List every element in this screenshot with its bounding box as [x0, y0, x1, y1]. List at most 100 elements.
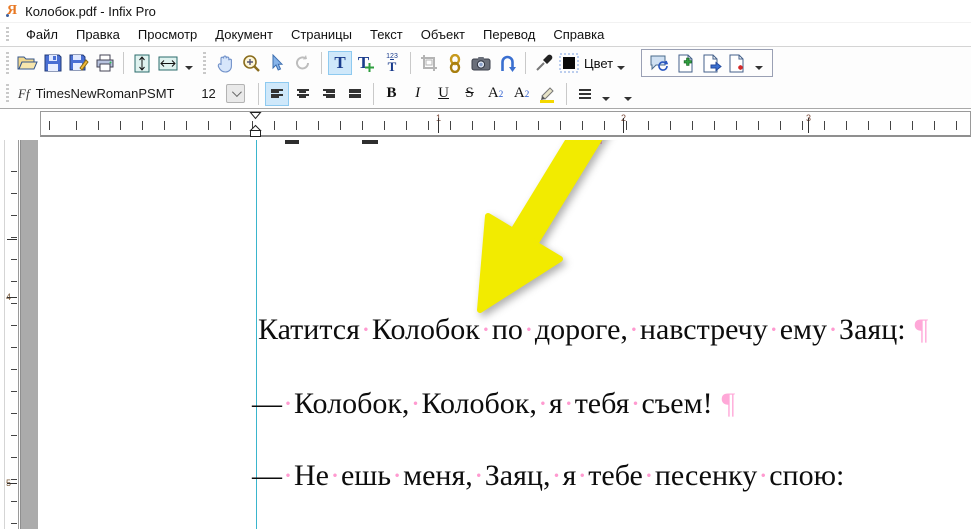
space-marker: · [282, 387, 294, 420]
ruler-major-tick [7, 239, 17, 240]
space-marker: · [550, 459, 562, 492]
indent-marker[interactable] [249, 109, 262, 138]
space-marker: · [576, 459, 588, 492]
rotate-tool-icon[interactable] [291, 51, 315, 75]
page-extract-icon[interactable] [700, 51, 724, 75]
fit-page-height-icon[interactable] [130, 51, 154, 75]
menu-pages[interactable]: Страницы [282, 24, 361, 45]
superscript-base: A [488, 85, 499, 102]
snapshot-camera-icon[interactable] [469, 51, 493, 75]
fit-page-width-icon[interactable] [156, 51, 180, 75]
color-caret[interactable] [617, 66, 625, 70]
save-icon[interactable] [41, 51, 65, 75]
highlighter-button[interactable] [536, 82, 560, 106]
underline-button[interactable]: U [433, 83, 455, 105]
text-edit-tool-icon[interactable]: T [328, 51, 352, 75]
ruler-major-tick [7, 297, 17, 298]
space-marker: · [757, 459, 769, 492]
pages-group-caret[interactable] [755, 66, 763, 70]
menu-text[interactable]: Текст [361, 24, 412, 45]
menu-view[interactable]: Просмотр [129, 24, 206, 45]
strikethrough-button[interactable]: S [459, 83, 481, 105]
text-line[interactable]: —·Колобок,·Колобок,·я·тебя·съем!¶ [252, 387, 735, 420]
subscript-button[interactable]: A2 [511, 83, 533, 105]
zoom-tool-icon[interactable] [239, 51, 263, 75]
space-marker: · [360, 313, 372, 346]
bold-button[interactable]: B [381, 83, 403, 105]
eyedropper-icon[interactable] [532, 51, 556, 75]
crop-tool-icon[interactable] [417, 51, 441, 75]
toolbar-separator [373, 83, 374, 105]
ruler-major-tick [7, 483, 17, 484]
ruler-major-tick [438, 118, 439, 133]
text-line[interactable]: —·Не·ешь·меня,·Заяц,·я·тебе·песенку·спою… [252, 459, 844, 492]
menu-edit[interactable]: Правка [67, 24, 129, 45]
align-center-button[interactable] [291, 82, 315, 106]
font-name-value[interactable]: TimesNewRomanPSMT [36, 86, 196, 101]
italic-button[interactable]: I [407, 83, 429, 105]
fit-options-caret[interactable] [185, 66, 193, 70]
toolbar-separator [410, 52, 411, 74]
space-marker: · [409, 387, 421, 420]
menu-object[interactable]: Объект [412, 24, 474, 45]
space-marker: · [480, 313, 492, 346]
toolbar-group-separator [203, 52, 206, 74]
menu-document[interactable]: Документ [206, 24, 282, 45]
font-dropdown-button[interactable] [226, 84, 245, 103]
document-workspace: 4 5 Катится·Колобок·по·дороге,·навстречу… [0, 140, 971, 529]
open-icon[interactable] [15, 51, 39, 75]
toolbar-separator [321, 52, 322, 74]
hand-tool-icon[interactable] [213, 51, 237, 75]
space-marker: · [391, 459, 403, 492]
text-line[interactable]: Катится·Колобок·по·дороге,·навстречу·ему… [258, 313, 928, 346]
font-size-value[interactable]: 12 [196, 86, 222, 101]
page-delete-icon[interactable] [726, 51, 750, 75]
line-spacing-button[interactable] [573, 82, 597, 106]
save-as-icon[interactable] [67, 51, 91, 75]
align-justify-button[interactable] [343, 82, 367, 106]
comments-refresh-icon[interactable] [648, 51, 672, 75]
line-spacing-caret[interactable] [602, 97, 610, 101]
clipped-text-remnant [285, 140, 299, 144]
text-order-tool-icon[interactable]: 123 T [380, 51, 404, 75]
ruler-major-tick [623, 118, 624, 133]
menu-translate[interactable]: Перевод [474, 24, 544, 45]
color-swatch-icon[interactable] [558, 51, 580, 75]
space-marker: · [768, 313, 780, 346]
page-insert-icon[interactable] [674, 51, 698, 75]
menu-bar: Файл Правка Просмотр Документ Страницы Т… [0, 22, 971, 47]
color-button-label[interactable]: Цвет [584, 56, 613, 71]
pages-toolbar-group [641, 49, 773, 77]
space-marker: · [329, 459, 341, 492]
space-marker: · [282, 459, 294, 492]
align-right-button[interactable] [317, 82, 341, 106]
space-marker: · [473, 459, 485, 492]
clipped-pilcrow-remnant [596, 140, 602, 144]
space-marker: · [629, 387, 641, 420]
toolbar-overflow-caret[interactable] [624, 97, 632, 101]
toolbar-separator [525, 52, 526, 74]
toolbar-separator [123, 52, 124, 74]
menu-file[interactable]: Файл [17, 24, 67, 45]
align-right-icon [321, 87, 337, 101]
horizontal-ruler[interactable]: 1 2 3 [40, 111, 971, 137]
ruler-ticks [11, 140, 17, 529]
undo-reflow-icon[interactable] [495, 51, 519, 75]
subscript-base: A [514, 85, 525, 102]
text-add-tool-icon[interactable]: T [354, 51, 378, 75]
space-marker: · [563, 387, 575, 420]
clipped-text-remnant [362, 140, 378, 144]
select-tool-icon[interactable] [265, 51, 289, 75]
subscript-digit: 2 [525, 89, 530, 99]
menu-help[interactable]: Справка [544, 24, 613, 45]
space-marker: · [537, 387, 549, 420]
superscript-digit: 2 [499, 89, 504, 99]
align-left-icon [269, 87, 285, 101]
align-left-button[interactable] [265, 82, 289, 106]
print-icon[interactable] [93, 51, 117, 75]
superscript-button[interactable]: A2 [485, 83, 507, 105]
link-tool-icon[interactable] [443, 51, 467, 75]
window-title: Колобок.pdf - Infix Pro [25, 4, 156, 19]
vertical-ruler[interactable]: 4 5 [4, 140, 19, 529]
pilcrow-marker: ¶ [722, 387, 736, 420]
